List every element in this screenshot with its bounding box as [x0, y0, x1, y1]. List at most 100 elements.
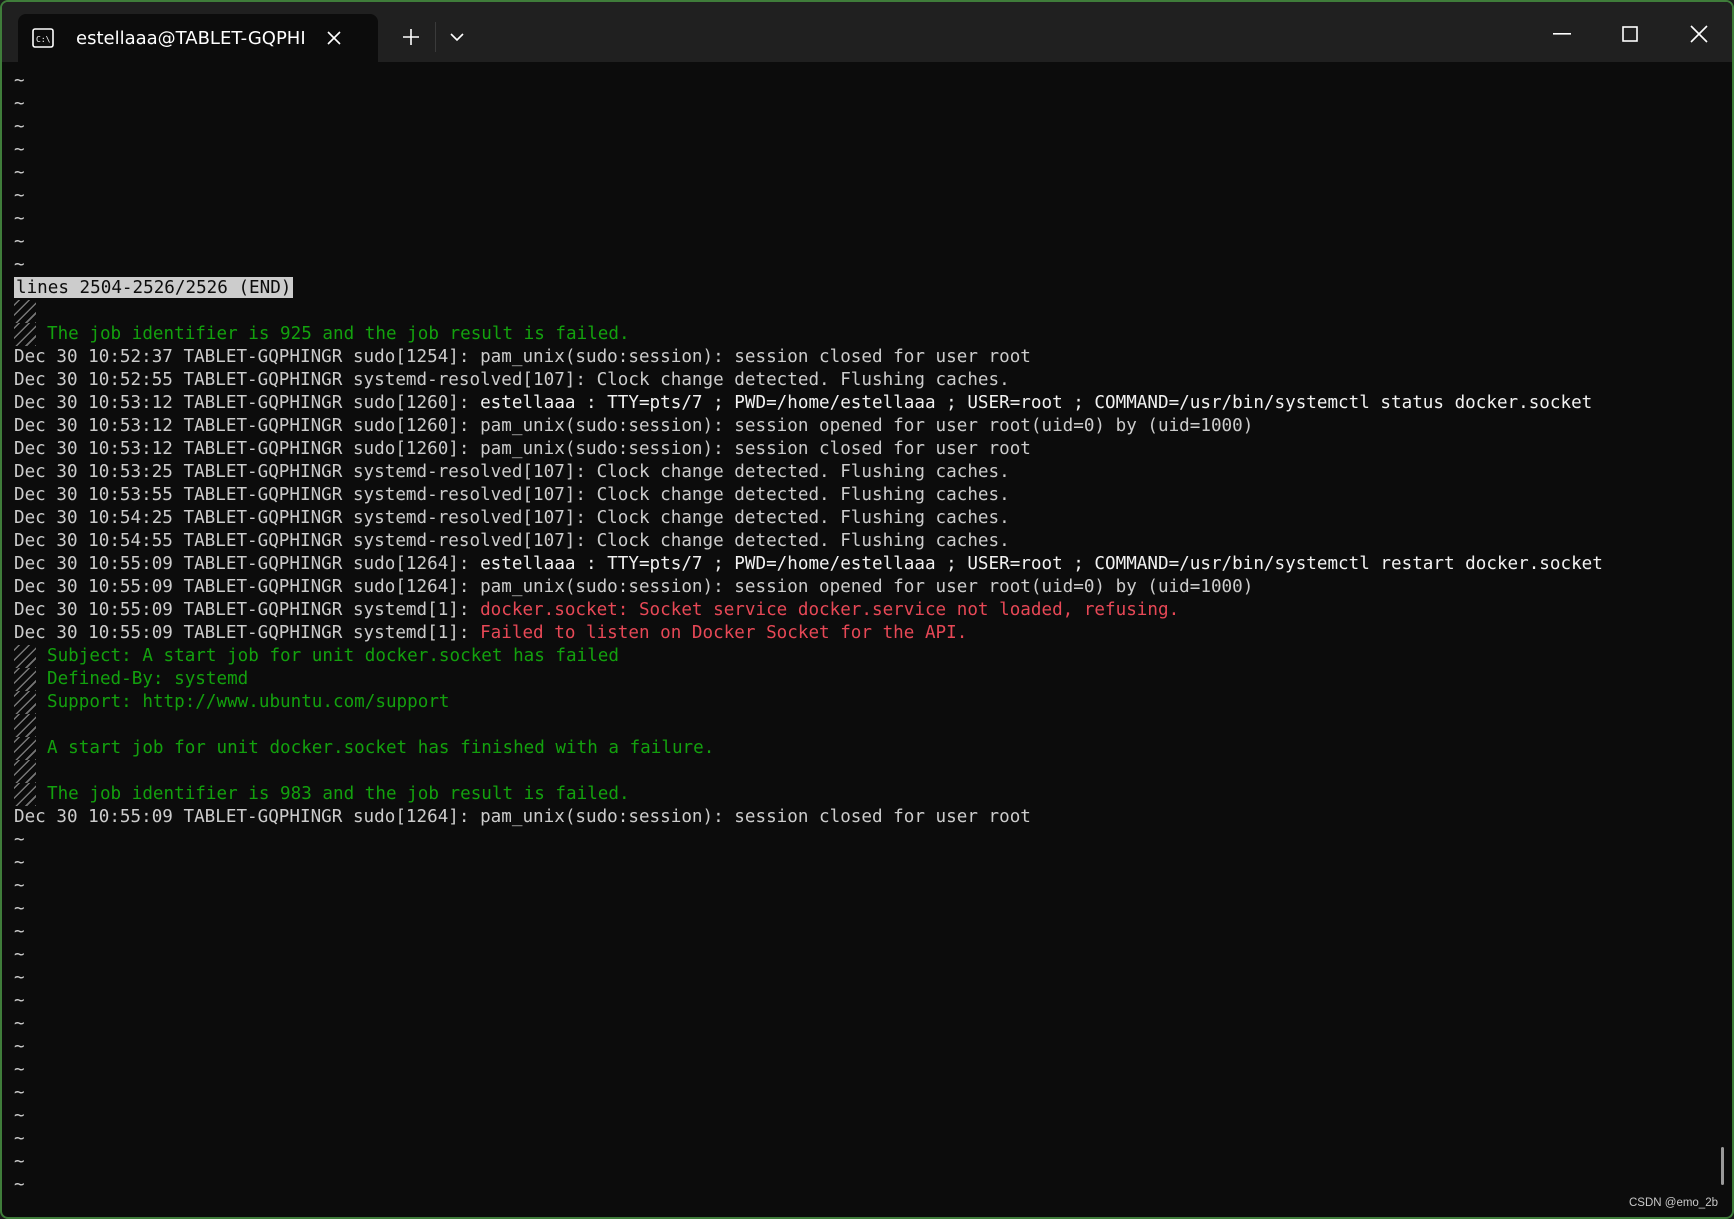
continuation-marker [14, 714, 36, 737]
log-line: Dec 30 10:55:09 TABLET-GQPHINGR systemd[… [14, 622, 1732, 645]
empty-line-marker: ~ [14, 830, 25, 850]
log-detail-text: The job identifier is 983 and the job re… [47, 784, 630, 804]
continuation-marker [14, 300, 36, 323]
log-line: The job identifier is 925 and the job re… [14, 323, 1732, 346]
log-prefix: Dec 30 10:54:55 TABLET-GQPHINGR systemd-… [14, 531, 597, 551]
pager-status-line: lines 2504-2526/2526 (END) [14, 277, 1732, 300]
svg-text:C:\: C:\ [36, 35, 51, 44]
empty-line-marker: ~ [14, 117, 25, 137]
empty-line-marker: ~ [14, 255, 25, 275]
log-prefix: Dec 30 10:53:25 TABLET-GQPHINGR systemd-… [14, 462, 597, 482]
continuation-marker [14, 668, 36, 691]
log-detail-text: A start job for unit docker.socket has f… [47, 738, 715, 758]
empty-line-marker: ~ [14, 876, 25, 896]
empty-line-marker: ~ [14, 163, 25, 183]
empty-line-marker: ~ [14, 1106, 25, 1126]
empty-line-marker: ~ [14, 94, 25, 114]
chevron-down-icon[interactable] [442, 22, 472, 52]
log-line: Dec 30 10:53:25 TABLET-GQPHINGR systemd-… [14, 461, 1732, 484]
empty-line-marker: ~ [14, 71, 25, 91]
empty-line-marker: ~ [14, 232, 25, 252]
terminal-icon: C:\ [32, 28, 54, 48]
log-line [14, 714, 1732, 737]
empty-line-marker: ~ [14, 1175, 25, 1195]
tab-title: estellaaa@TABLET-GQPHINGR [76, 27, 306, 49]
log-message: pam_unix(sudo:session): session closed f… [480, 347, 1031, 367]
log-line: Dec 30 10:53:12 TABLET-GQPHINGR sudo[126… [14, 392, 1732, 415]
close-tab-icon[interactable] [320, 24, 348, 52]
log-prefix: Dec 30 10:53:12 TABLET-GQPHINGR sudo[126… [14, 393, 481, 413]
log-line: Dec 30 10:53:55 TABLET-GQPHINGR systemd-… [14, 484, 1732, 507]
log-prefix: Dec 30 10:53:12 TABLET-GQPHINGR sudo[126… [14, 439, 481, 459]
log-message: pam_unix(sudo:session): session opened f… [480, 577, 1254, 597]
log-prefix: Dec 30 10:53:12 TABLET-GQPHINGR sudo[126… [14, 416, 481, 436]
empty-line-marker: ~ [14, 922, 25, 942]
log-detail-text: The job identifier is 925 and the job re… [47, 324, 630, 344]
log-prefix: Dec 30 10:55:09 TABLET-GQPHINGR sudo[126… [14, 577, 481, 597]
watermark: CSDN @emo_2b [1628, 1197, 1718, 1209]
log-message: Clock change detected. Flushing caches. [596, 462, 1010, 482]
empty-line-marker: ~ [14, 991, 25, 1011]
empty-line-marker: ~ [14, 945, 25, 965]
log-message: docker.socket: Socket service docker.ser… [480, 600, 1180, 620]
log-message: Failed to listen on Docker Socket for th… [480, 623, 968, 643]
terminal-output[interactable]: ~ ~ ~ ~ ~ ~ ~ ~ ~ lines 2504-2526/2526 (END) The j… [2, 62, 1732, 1217]
log-line: A start job for unit docker.socket has f… [14, 737, 1732, 760]
pager-status-text: lines 2504-2526/2526 (END) [14, 277, 294, 298]
log-detail-text: Support: http://www.ubuntu.com/support [47, 692, 450, 712]
continuation-marker [14, 737, 36, 760]
empty-line-marker: ~ [14, 1129, 25, 1149]
log-line [14, 760, 1732, 783]
log-prefix: Dec 30 10:55:09 TABLET-GQPHINGR systemd[… [14, 600, 481, 620]
log-prefix: Dec 30 10:52:37 TABLET-GQPHINGR sudo[125… [14, 347, 481, 367]
log-prefix: Dec 30 10:55:09 TABLET-GQPHINGR systemd[… [14, 623, 481, 643]
log-message: pam_unix(sudo:session): session opened f… [480, 416, 1254, 436]
log-message: Clock change detected. Flushing caches. [596, 508, 1010, 528]
continuation-marker [14, 760, 36, 783]
log-message: estellaaa : TTY=pts/7 ; PWD=/home/estell… [480, 554, 1603, 574]
close-icon[interactable] [1675, 14, 1723, 54]
log-line: Dec 30 10:55:09 TABLET-GQPHINGR systemd[… [14, 599, 1732, 622]
log-line: Dec 30 10:53:12 TABLET-GQPHINGR sudo[126… [14, 438, 1732, 461]
empty-line-marker: ~ [14, 1152, 25, 1172]
continuation-marker [14, 783, 36, 806]
maximize-icon[interactable] [1606, 14, 1654, 54]
log-line: Dec 30 10:55:09 TABLET-GQPHINGR sudo[126… [14, 553, 1732, 576]
empty-line-marker: ~ [14, 140, 25, 160]
empty-line-marker: ~ [14, 968, 25, 988]
log-line: Dec 30 10:55:09 TABLET-GQPHINGR sudo[126… [14, 806, 1732, 829]
empty-line-marker: ~ [14, 899, 25, 919]
log-line: Dec 30 10:52:37 TABLET-GQPHINGR sudo[125… [14, 346, 1732, 369]
scrollbar-thumb[interactable] [1721, 1147, 1724, 1185]
log-message: estellaaa : TTY=pts/7 ; PWD=/home/estell… [480, 393, 1593, 413]
empty-line-marker: ~ [14, 186, 25, 206]
log-line: Dec 30 10:52:55 TABLET-GQPHINGR systemd-… [14, 369, 1732, 392]
log-line: Support: http://www.ubuntu.com/support [14, 691, 1732, 714]
log-line: Dec 30 10:54:25 TABLET-GQPHINGR systemd-… [14, 507, 1732, 530]
plus-icon[interactable] [396, 22, 426, 52]
tab-terminal[interactable]: C:\ estellaaa@TABLET-GQPHINGR [18, 14, 378, 62]
log-line: Defined-By: systemd [14, 668, 1732, 691]
log-message: pam_unix(sudo:session): session closed f… [480, 439, 1031, 459]
log-message: Clock change detected. Flushing caches. [596, 485, 1010, 505]
title-bar[interactable]: C:\ estellaaa@TABLET-GQPHINGR [2, 2, 1732, 62]
log-message: Clock change detected. Flushing caches. [596, 370, 1010, 390]
log-line: Dec 30 10:54:55 TABLET-GQPHINGR systemd-… [14, 530, 1732, 553]
log-message: Clock change detected. Flushing caches. [596, 531, 1010, 551]
log-prefix: Dec 30 10:55:09 TABLET-GQPHINGR sudo[126… [14, 554, 481, 574]
log-line: Subject: A start job for unit docker.soc… [14, 645, 1732, 668]
log-line: Dec 30 10:53:12 TABLET-GQPHINGR sudo[126… [14, 415, 1732, 438]
log-prefix: Dec 30 10:53:55 TABLET-GQPHINGR systemd-… [14, 485, 597, 505]
log-prefix: Dec 30 10:52:55 TABLET-GQPHINGR systemd-… [14, 370, 597, 390]
continuation-marker [14, 691, 36, 714]
log-prefix: Dec 30 10:55:09 TABLET-GQPHINGR sudo[126… [14, 807, 481, 827]
empty-line-marker: ~ [14, 853, 25, 873]
log-prefix: Dec 30 10:54:25 TABLET-GQPHINGR systemd-… [14, 508, 597, 528]
empty-line-marker: ~ [14, 1060, 25, 1080]
log-line [14, 300, 1732, 323]
minimize-icon[interactable] [1538, 14, 1586, 54]
empty-line-marker: ~ [14, 1014, 25, 1034]
log-detail-text: Defined-By: systemd [47, 669, 249, 689]
log-message: pam_unix(sudo:session): session closed f… [480, 807, 1031, 827]
log-line: Dec 30 10:55:09 TABLET-GQPHINGR sudo[126… [14, 576, 1732, 599]
